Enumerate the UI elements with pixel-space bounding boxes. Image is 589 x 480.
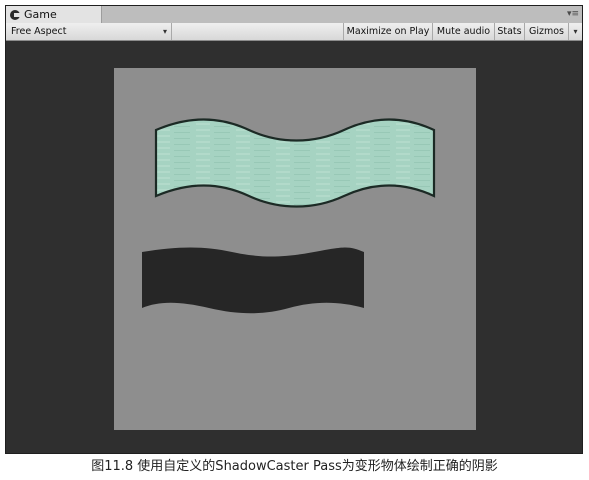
game-window: Game ▾≡ Free Aspect ▾ Maximize on Play M… [5,5,583,454]
aspect-dropdown[interactable]: Free Aspect ▾ [6,23,172,40]
scene-render [142,118,436,314]
tab-menu-icon[interactable]: ▾≡ [567,8,579,20]
tab-bar: Game ▾≡ [6,6,582,23]
stats-button[interactable]: Stats [494,23,524,40]
gizmos-button[interactable]: Gizmos [524,23,568,40]
tab-game-label: Game [24,8,57,21]
unity-game-icon [10,9,20,20]
mute-audio-button[interactable]: Mute audio [432,23,494,40]
maximize-on-play-button[interactable]: Maximize on Play [343,23,432,40]
wave-shadow [142,247,364,314]
gizmos-dropdown-icon[interactable]: ▾ [568,23,582,40]
game-toolbar: Free Aspect ▾ Maximize on Play Mute audi… [6,23,582,41]
tab-game[interactable]: Game [6,6,102,23]
chevron-down-icon: ▾ [162,27,167,36]
game-viewport[interactable] [114,68,476,430]
deformed-wave-mesh [154,118,436,208]
aspect-dropdown-label: Free Aspect [11,26,67,37]
figure-caption: 图11.8 使用自定义的ShadowCaster Pass为变形物体绘制正确的阴… [91,459,498,474]
